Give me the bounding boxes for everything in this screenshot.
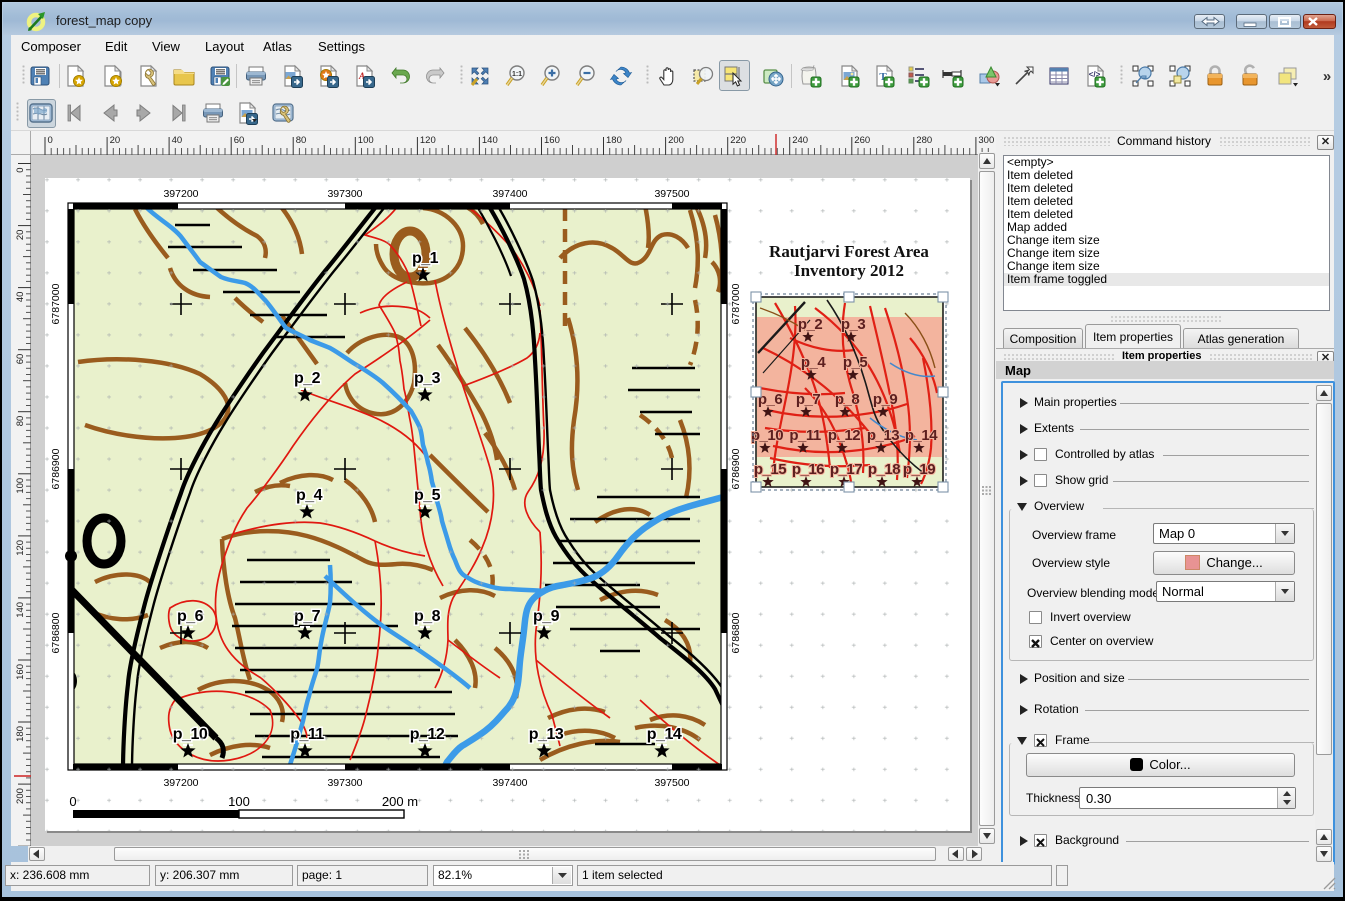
svg-text:140: 140 (482, 135, 498, 146)
svg-text:220: 220 (730, 135, 746, 146)
svg-text:»: » (1323, 68, 1331, 85)
svg-text:p_19: p_19 (903, 461, 935, 478)
svg-text:180: 180 (606, 135, 622, 146)
svg-text:p_12: p_12 (828, 427, 860, 444)
svg-text:60: 60 (15, 354, 26, 365)
svg-text:200: 200 (15, 788, 26, 804)
svg-text:100: 100 (228, 794, 250, 809)
svg-text:p_16: p_16 (792, 461, 824, 478)
svg-text:180: 180 (15, 726, 26, 742)
svg-text:p_4: p_4 (801, 354, 827, 371)
svg-text:p_5: p_5 (843, 354, 868, 371)
svg-text:p_14: p_14 (905, 427, 938, 444)
svg-text:0: 0 (15, 168, 26, 173)
svg-text:p_11: p_11 (789, 427, 821, 444)
svg-text:0: 0 (48, 135, 53, 146)
svg-text:p_7: p_7 (796, 391, 821, 408)
svg-text:160: 160 (15, 664, 26, 680)
svg-text:p_10: p_10 (751, 427, 783, 444)
svg-text:p_8: p_8 (835, 391, 860, 408)
svg-text:p_2: p_2 (798, 316, 823, 333)
svg-text:80: 80 (15, 416, 26, 427)
svg-text:40: 40 (15, 292, 26, 303)
svg-text:140: 140 (15, 602, 26, 618)
svg-text:p_17: p_17 (830, 461, 862, 478)
svg-text:80: 80 (296, 135, 307, 146)
svg-text:100: 100 (15, 478, 26, 494)
svg-text:0: 0 (69, 794, 76, 809)
svg-text:200 m: 200 m (382, 794, 418, 809)
svg-text:200: 200 (668, 135, 684, 146)
svg-text:100: 100 (358, 135, 374, 146)
svg-text:120: 120 (420, 135, 436, 146)
svg-text:260: 260 (854, 135, 870, 146)
svg-text:p_9: p_9 (873, 391, 898, 408)
svg-text:p_18: p_18 (868, 461, 900, 478)
svg-text:120: 120 (15, 540, 26, 556)
svg-text:1:1: 1:1 (512, 71, 522, 78)
svg-text:300: 300 (978, 135, 994, 146)
svg-text:20: 20 (15, 230, 26, 241)
svg-text:Rautjarvi Forest Area: Rautjarvi Forest Area (769, 242, 929, 261)
svg-text:60: 60 (234, 135, 245, 146)
svg-text:Inventory 2012: Inventory 2012 (794, 261, 904, 280)
svg-text:p_13: p_13 (867, 427, 899, 444)
svg-text:p_15: p_15 (754, 461, 786, 478)
svg-text:40: 40 (172, 135, 183, 146)
svg-text:160: 160 (544, 135, 560, 146)
svg-text:280: 280 (916, 135, 932, 146)
svg-text:240: 240 (792, 135, 808, 146)
svg-text:p_3: p_3 (841, 316, 866, 333)
svg-text:20: 20 (110, 135, 121, 146)
